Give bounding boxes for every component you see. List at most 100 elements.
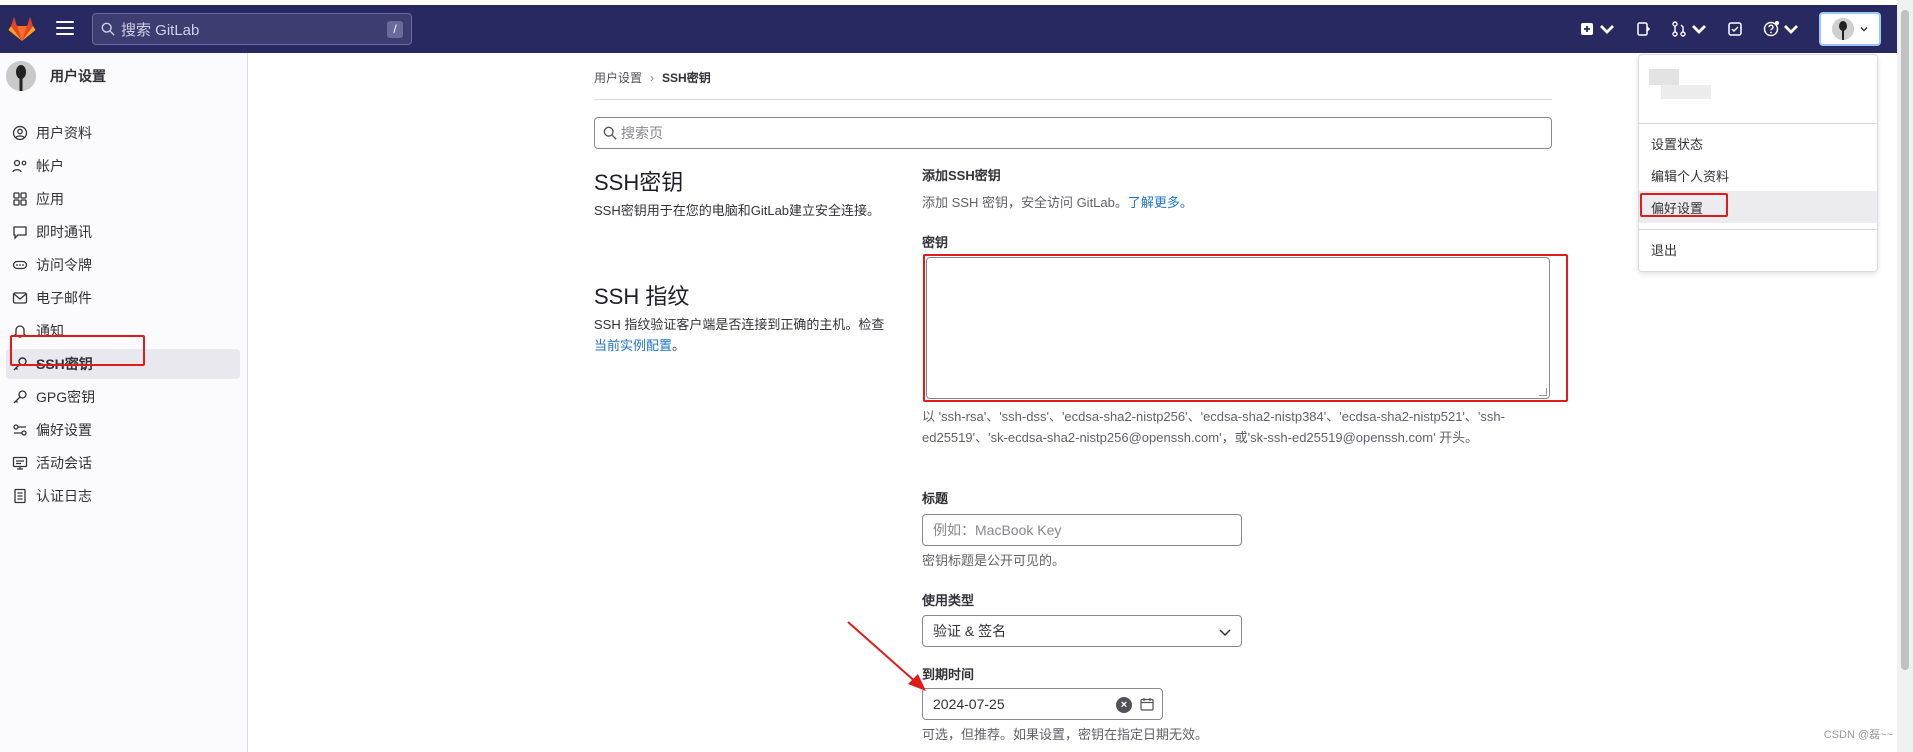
key-icon: [13, 357, 27, 371]
account-icon: [12, 159, 27, 173]
sidebar-item-label: SSH密钥: [36, 356, 93, 372]
key-icon: [13, 390, 27, 404]
key-title-placeholder: 例如：MacBook Key: [933, 522, 1062, 538]
avatar: [6, 61, 36, 91]
sidebar-item-gpg-keys[interactable]: GPG密钥: [6, 382, 240, 412]
learn-more-link[interactable]: 了解更多。: [1128, 195, 1193, 210]
scrollbar-thumb[interactable]: [1901, 10, 1909, 670]
add-ssh-key-description: 添加 SSH 密钥，安全访问 GitLab。了解更多。: [922, 192, 1193, 213]
menu-icon[interactable]: [56, 21, 74, 35]
key-title-input[interactable]: 例如：MacBook Key: [922, 514, 1242, 546]
gitlab-search-input[interactable]: 搜索 GitLab /: [92, 13, 412, 45]
create-new-button[interactable]: [1579, 21, 1615, 37]
page-search-input[interactable]: 搜索页: [594, 117, 1552, 149]
sidebar-item-auth-log[interactable]: 认证日志: [6, 481, 240, 511]
help-icon: [1763, 21, 1779, 37]
preferences-item[interactable]: 偏好设置: [1639, 191, 1877, 223]
ssh-keys-description: SSH密钥用于在您的电脑和GitLab建立安全连接。: [594, 203, 881, 218]
instance-configuration-link[interactable]: 当前实例配置: [594, 338, 672, 353]
usage-type-value: 验证 & 签名: [933, 623, 1007, 639]
search-placeholder: 搜索 GitLab: [121, 21, 200, 39]
search-icon: [603, 126, 617, 140]
help-button[interactable]: [1763, 21, 1799, 37]
log-icon: [14, 488, 26, 504]
chevron-down-icon: [1692, 25, 1706, 34]
sidebar-item-access-tokens[interactable]: 访问令牌: [6, 250, 240, 280]
user-dropdown-menu: 设置状态 编辑个人资料 偏好设置 退出: [1638, 54, 1878, 272]
todo-icon: [1728, 22, 1742, 36]
add-key-desc-text: 添加 SSH 密钥，安全访问 GitLab。: [922, 195, 1128, 210]
breadcrumb-current: SSH密钥: [662, 71, 711, 85]
sidebar-item-label: 通知: [36, 323, 64, 339]
email-icon: [12, 292, 28, 304]
merge-request-icon: [1672, 21, 1686, 37]
ssh-fingerprints-description: SSH 指纹验证客户端是否连接到正确的主机。检查当前实例配置。: [594, 314, 894, 356]
sidebar-item-notifications[interactable]: 通知: [6, 316, 240, 346]
key-label: 密钥: [922, 235, 949, 250]
chevron-down-icon: [1219, 629, 1231, 637]
user-menu-button[interactable]: [1819, 12, 1881, 46]
expiry-date-value: 2024-07-25: [933, 696, 1005, 712]
sidebar-item-label: 应用: [36, 191, 64, 207]
issues-icon: [1637, 22, 1651, 36]
annotation-arrow: [847, 621, 926, 691]
title-help-text: 密钥标题是公开可见的。: [922, 553, 1066, 568]
merge-requests-button[interactable]: [1671, 21, 1707, 37]
sidebar-item-chat[interactable]: 即时通讯: [6, 217, 240, 247]
top-navbar: 搜索 GitLab /: [0, 5, 1897, 53]
sidebar-item-label: 访问令牌: [36, 257, 92, 273]
watermark: CSDN @磊~~: [1823, 729, 1893, 741]
key-textarea[interactable]: [926, 257, 1550, 399]
sidebar-item-label: 用户资料: [36, 125, 92, 141]
chat-icon: [13, 226, 27, 240]
issues-button[interactable]: [1635, 21, 1651, 37]
add-ssh-key-heading: 添加SSH密钥: [922, 168, 1001, 183]
sidebar-item-ssh-keys[interactable]: SSH密钥: [6, 349, 240, 379]
sidebar-item-applications[interactable]: 应用: [6, 184, 240, 214]
sidebar-item-account[interactable]: 帐户: [6, 151, 240, 181]
fingerprint-text-end: 。: [672, 338, 686, 353]
plus-square-icon: [1581, 23, 1593, 35]
usage-type-label: 使用类型: [922, 593, 975, 608]
breadcrumb-separator: ›: [650, 70, 655, 85]
search-shortcut-badge: /: [387, 21, 403, 38]
gitlab-logo[interactable]: [8, 16, 36, 42]
usage-type-select[interactable]: 验证 & 签名: [922, 615, 1242, 647]
set-status-item[interactable]: 设置状态: [1639, 127, 1877, 159]
breadcrumb: 用户设置 › SSH密钥: [594, 69, 711, 86]
expiry-date-input[interactable]: 2024-07-25 ×: [922, 688, 1163, 720]
bell-icon: [12, 325, 28, 338]
sidebar-header[interactable]: 用户设置: [6, 61, 106, 91]
search-icon: [101, 22, 115, 36]
title-label: 标题: [922, 491, 949, 506]
divider: [594, 99, 1552, 100]
edit-profile-item[interactable]: 编辑个人资料: [1639, 159, 1877, 191]
todos-button[interactable]: [1727, 21, 1743, 37]
avatar: [1832, 18, 1854, 40]
page-search-placeholder: 搜索页: [621, 125, 663, 141]
clear-date-icon[interactable]: ×: [1116, 697, 1132, 713]
page-scrollbar[interactable]: [1897, 0, 1913, 752]
monitor-icon: [12, 456, 28, 470]
sidebar-item-label: 活动会话: [36, 455, 92, 471]
sidebar-item-profile[interactable]: 用户资料: [6, 118, 240, 148]
ssh-keys-heading: SSH密钥: [594, 170, 684, 195]
calendar-icon[interactable]: [1140, 697, 1154, 711]
sign-out-item[interactable]: 退出: [1639, 233, 1877, 265]
divider: [1639, 123, 1877, 124]
token-icon: [12, 260, 28, 270]
applications-icon: [13, 192, 27, 206]
profile-icon: [12, 125, 28, 141]
dropdown-user-info-blurred: [1649, 69, 1711, 107]
sidebar-item-label: 偏好设置: [36, 422, 92, 438]
chevron-down-icon: [1784, 25, 1798, 34]
sidebar-item-label: 即时通讯: [36, 224, 92, 240]
resize-handle[interactable]: [1539, 388, 1547, 396]
sidebar-item-preferences[interactable]: 偏好设置: [6, 415, 240, 445]
settings-sidebar: 用户设置 用户资料 帐户 应用 即时通讯 访问令牌 电子邮件 通知 SSH密钥 …: [0, 53, 248, 752]
chevron-down-icon: [1860, 27, 1868, 32]
chevron-down-icon: [1600, 25, 1614, 34]
sidebar-item-active-sessions[interactable]: 活动会话: [6, 448, 240, 478]
sidebar-item-emails[interactable]: 电子邮件: [6, 283, 240, 313]
breadcrumb-parent[interactable]: 用户设置: [594, 69, 642, 86]
